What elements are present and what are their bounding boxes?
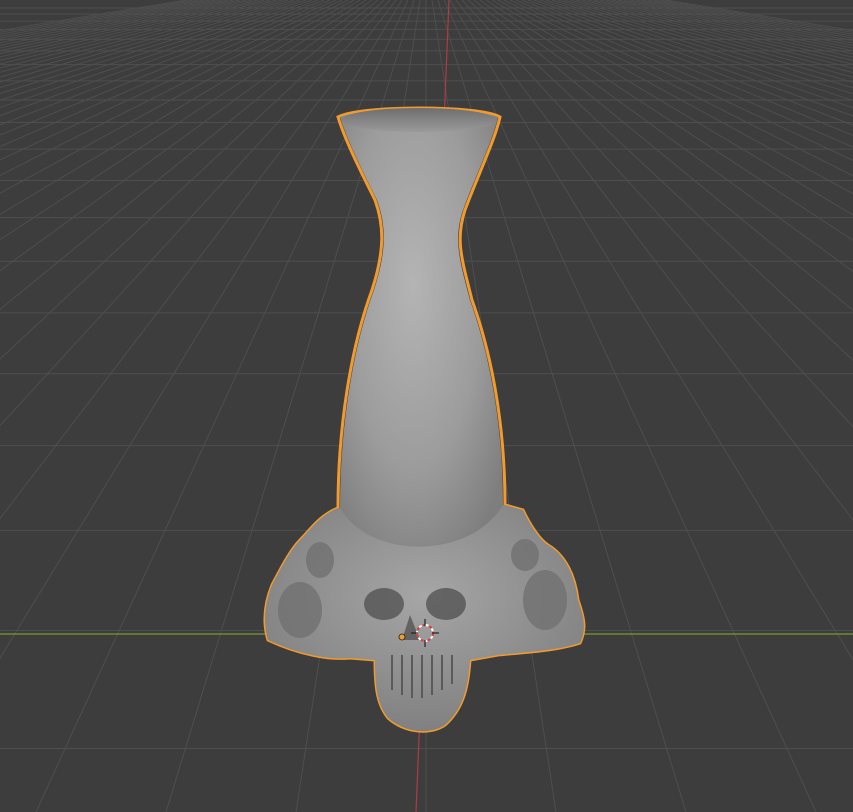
viewport-canvas[interactable] [0, 0, 853, 812]
3d-viewport[interactable] [0, 0, 853, 812]
vase-rim [341, 108, 497, 132]
object-origin-dot [398, 633, 406, 641]
